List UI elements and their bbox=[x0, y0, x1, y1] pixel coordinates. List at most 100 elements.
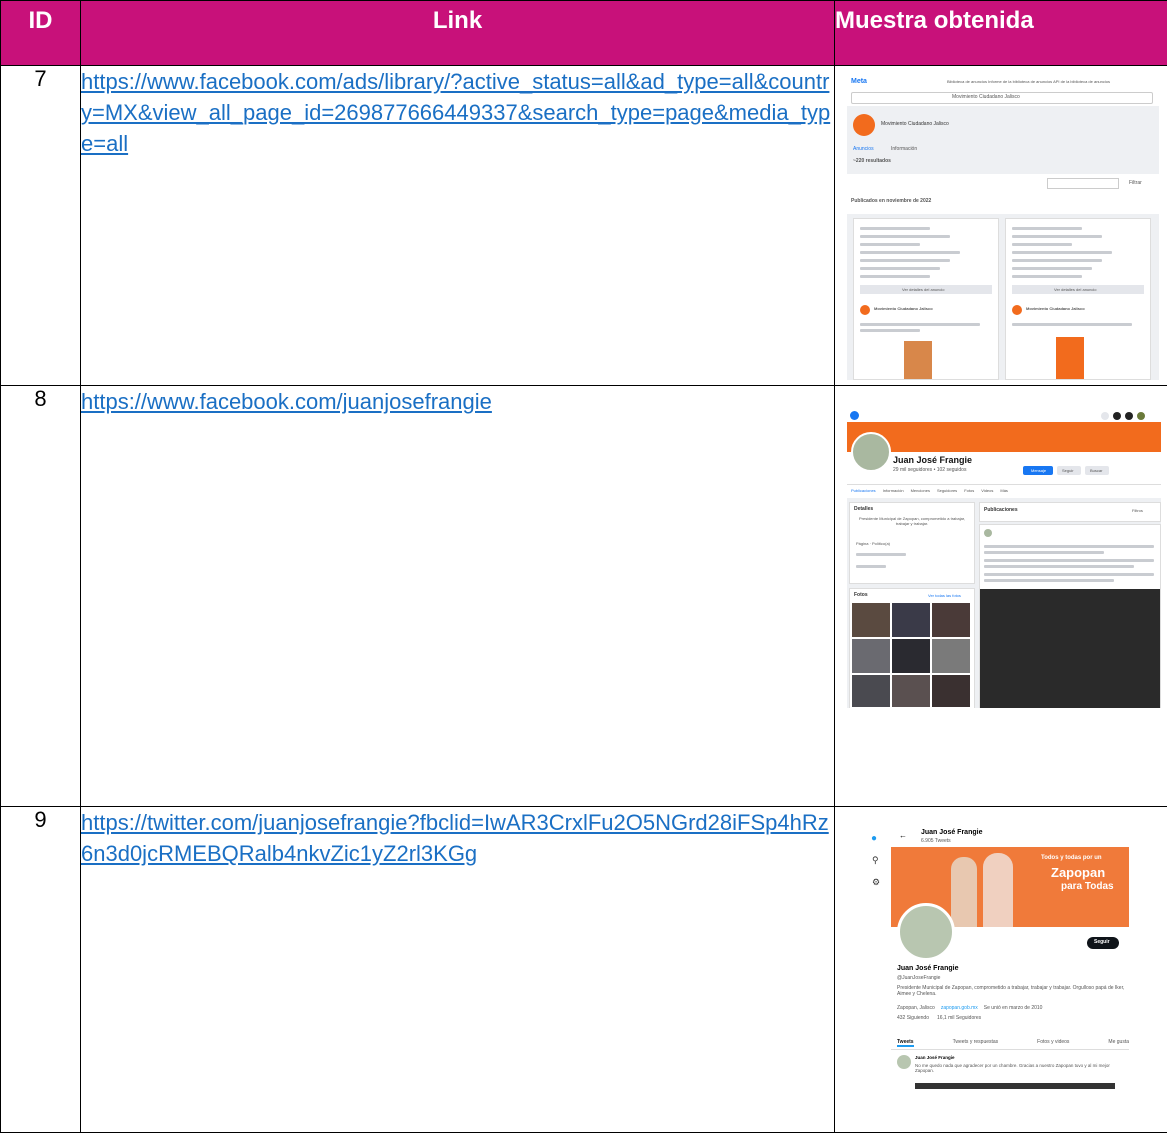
posts-title: Publicaciones bbox=[984, 507, 1018, 513]
fb-topbar bbox=[847, 410, 1161, 422]
tab-anuncios[interactable]: Anuncios bbox=[853, 146, 874, 152]
tab-mas[interactable]: Más bbox=[1000, 488, 1008, 493]
table-row: 7 https://www.facebook.com/ads/library/?… bbox=[1, 66, 1167, 386]
sample-cell: ● ⚲ ⚙ ← Juan José Frangie 6.905 Tweets T… bbox=[835, 807, 1167, 1133]
ad-image bbox=[904, 341, 932, 379]
photos-title: Fotos bbox=[854, 592, 868, 598]
evidence-table: ID Link Muestra obtenida 7 https://www.f… bbox=[0, 0, 1167, 1133]
messenger-icon[interactable] bbox=[1113, 412, 1121, 420]
row-id: 9 bbox=[1, 807, 81, 1133]
profile-handle: @JuanJoseFrangie bbox=[897, 975, 940, 981]
tab-informacion[interactable]: Información bbox=[891, 146, 917, 152]
tab-fotos[interactable]: Fotos bbox=[964, 488, 974, 493]
tab-tweets[interactable]: Tweets bbox=[897, 1039, 914, 1047]
follow-stats: 432 Siguiendo 16,1 mil Seguidores bbox=[897, 1015, 981, 1021]
page-name: Movimiento Ciudadano Jalisco bbox=[881, 121, 949, 127]
avatar bbox=[897, 1055, 911, 1069]
row-link[interactable]: https://twitter.com/juanjosefrangie?fbcl… bbox=[81, 810, 829, 866]
avatar[interactable] bbox=[1137, 412, 1145, 420]
tab-tweets-respuestas[interactable]: Tweets y respuestas bbox=[953, 1039, 999, 1047]
search-icon[interactable]: ⚲ bbox=[872, 855, 879, 866]
twitter-logo-icon: ● bbox=[871, 833, 877, 844]
banner-text-2: Zapopan bbox=[1051, 865, 1105, 880]
ad-card: Ver detalles del anuncio Movimiento Ciud… bbox=[1005, 218, 1151, 380]
profile-photo bbox=[897, 903, 955, 961]
avatar bbox=[984, 529, 992, 537]
banner-text-1: Todos y todas por un bbox=[1041, 855, 1102, 861]
profile-photo bbox=[851, 432, 891, 472]
row-id: 7 bbox=[1, 66, 81, 386]
ads-search-bar[interactable]: Movimiento Ciudadano Jalisco bbox=[851, 92, 1153, 104]
profile-bio: Presidente Municipal de Zapopan, comprom… bbox=[897, 985, 1127, 997]
ad-image bbox=[1056, 337, 1084, 379]
ads-search-query: Movimiento Ciudadano Jalisco bbox=[952, 94, 1020, 100]
results-count: ~220 resultados bbox=[853, 158, 891, 164]
tab-me-gusta[interactable]: Me gusta bbox=[1108, 1039, 1129, 1047]
profile-name: Juan José Frangie bbox=[893, 455, 972, 465]
plus-icon[interactable] bbox=[1101, 412, 1109, 420]
ads-nav: Biblioteca de anuncios Informe de la bib… bbox=[947, 79, 1110, 84]
tab-fotos-videos[interactable]: Fotos y videos bbox=[1037, 1039, 1069, 1047]
twitter-tabs: Tweets Tweets y respuestas Fotos y video… bbox=[897, 1039, 1129, 1047]
photos-card: Fotos Ver todas las fotos bbox=[849, 588, 975, 708]
sample-cell: Juan José Frangie 29 mil seguidores • 10… bbox=[835, 386, 1167, 807]
gear-icon[interactable]: ⚙ bbox=[872, 877, 880, 888]
sample-cell: Meta Biblioteca de anuncios Informe de l… bbox=[835, 66, 1167, 386]
fb-cover bbox=[847, 422, 1161, 452]
see-all-photos-link[interactable]: Ver todas las fotos bbox=[928, 593, 961, 598]
tab-videos[interactable]: Videos bbox=[981, 488, 993, 493]
banner-text-3: para Todas bbox=[1061, 881, 1114, 892]
row-link[interactable]: https://www.facebook.com/juanjosefrangie bbox=[81, 389, 492, 414]
following-count[interactable]: 432 Siguiendo bbox=[897, 1015, 929, 1021]
row-link[interactable]: https://www.facebook.com/ads/library/?ac… bbox=[81, 69, 830, 156]
bell-icon[interactable] bbox=[1125, 412, 1133, 420]
row-id: 8 bbox=[1, 386, 81, 807]
tab-menciones[interactable]: Menciones bbox=[911, 488, 930, 493]
details-card: Detalles Presidente Municipal de Zapopan… bbox=[849, 502, 975, 584]
ad-details-button[interactable]: Ver detalles del anuncio bbox=[1012, 285, 1144, 294]
followers-count[interactable]: 16,1 mil Seguidores bbox=[937, 1015, 981, 1021]
tweet-media bbox=[915, 1083, 1115, 1089]
page-type: Página · Político(a) bbox=[856, 541, 890, 546]
mc-avatar bbox=[860, 305, 870, 315]
website-link[interactable]: zapopan.gob.mx bbox=[941, 1005, 978, 1011]
ad-details-button[interactable]: Ver detalles del anuncio bbox=[860, 285, 992, 294]
posts-header: Publicaciones Filtros bbox=[979, 502, 1161, 522]
profile-meta: Zapopan, Jalisco zapopan.gob.mx Se unió … bbox=[897, 1005, 1042, 1011]
tweets-count: 6.905 Tweets bbox=[921, 838, 951, 844]
facebook-profile-screenshot: Juan José Frangie 29 mil seguidores • 10… bbox=[847, 410, 1161, 708]
follow-button[interactable]: Seguir bbox=[1087, 937, 1119, 949]
header-name: Juan José Frangie bbox=[921, 829, 982, 836]
ad-card: Ver detalles del anuncio Movimiento Ciud… bbox=[853, 218, 999, 380]
filter-button[interactable]: Filtrar bbox=[1129, 180, 1142, 186]
header-row: ID Link Muestra obtenida bbox=[1, 1, 1167, 66]
meta-logo: Meta bbox=[851, 78, 867, 85]
row-link-cell: https://twitter.com/juanjosefrangie?fbcl… bbox=[81, 807, 835, 1133]
tab-seguidores[interactable]: Seguidores bbox=[937, 488, 957, 493]
table-row: 9 https://twitter.com/juanjosefrangie?fb… bbox=[1, 807, 1167, 1133]
details-title: Detalles bbox=[854, 506, 873, 512]
header-sample: Muestra obtenida bbox=[835, 1, 1167, 66]
filters-button[interactable]: Filtros bbox=[1132, 508, 1143, 513]
message-button[interactable]: Mensaje bbox=[1023, 466, 1053, 475]
twitter-profile-screenshot: ● ⚲ ⚙ ← Juan José Frangie 6.905 Tweets T… bbox=[865, 827, 1157, 1127]
row-link-cell: https://www.facebook.com/juanjosefrangie bbox=[81, 386, 835, 807]
ads-grid: Ver detalles del anuncio Movimiento Ciud… bbox=[847, 214, 1159, 380]
joined-date: Se unió en marzo de 2010 bbox=[984, 1005, 1043, 1011]
tweet-text: No me quedo nada que agradecer por un ch… bbox=[915, 1063, 1115, 1073]
back-arrow-icon[interactable]: ← bbox=[899, 831, 907, 840]
published-label: Publicados en noviembre de 2022 bbox=[851, 198, 931, 204]
tab-publicaciones[interactable]: Publicaciones bbox=[851, 488, 876, 493]
header-link: Link bbox=[81, 1, 835, 66]
banner-person bbox=[951, 857, 977, 927]
tab-informacion[interactable]: Información bbox=[883, 488, 904, 493]
search-button[interactable]: Buscar bbox=[1085, 466, 1109, 475]
facebook-logo-icon bbox=[850, 411, 859, 420]
divider bbox=[847, 484, 1161, 485]
location: Zapopan, Jalisco bbox=[897, 1005, 935, 1011]
profile-tabs: Publicaciones Información Menciones Segu… bbox=[851, 488, 1008, 493]
ads-filter-search[interactable] bbox=[1047, 178, 1119, 189]
mc-avatar bbox=[1012, 305, 1022, 315]
page-header: Movimiento Ciudadano Jalisco Anuncios In… bbox=[847, 106, 1159, 174]
follow-button[interactable]: Seguir bbox=[1057, 466, 1081, 475]
